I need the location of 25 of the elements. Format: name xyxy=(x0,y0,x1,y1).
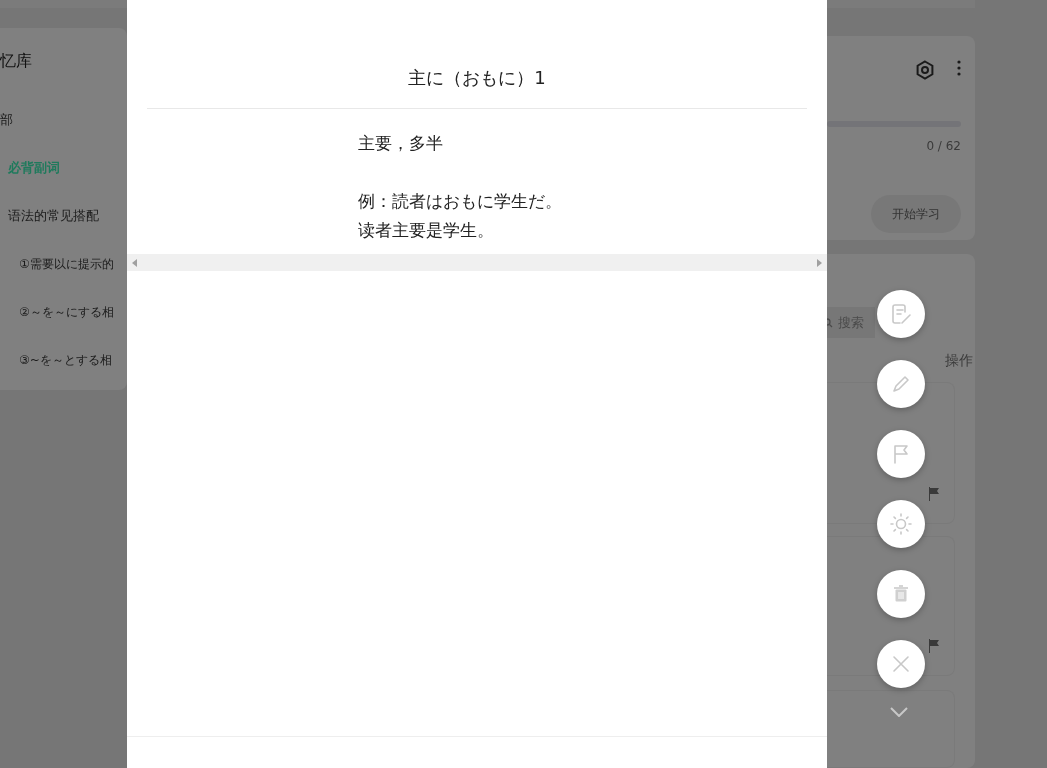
note-edit-icon xyxy=(890,303,912,325)
bulk-action-link[interactable]: 操作 xyxy=(945,352,975,370)
progress-count: 0 / 62 xyxy=(926,139,961,153)
dialog-title: 主に（おもに）1 xyxy=(147,0,807,109)
trash-icon xyxy=(892,584,910,604)
flag-icon[interactable] xyxy=(928,639,940,653)
chevron-down-icon[interactable] xyxy=(890,707,908,717)
sun-icon xyxy=(890,513,912,535)
pencil-icon xyxy=(891,374,911,394)
search-icon xyxy=(827,318,833,328)
example-text: 读者主要是学生。 xyxy=(358,219,495,242)
example-text: 例：読者はおもに学生だ。 xyxy=(358,190,563,213)
close-icon xyxy=(892,655,910,673)
sidebar-item[interactable]: ③~を～とする相 xyxy=(0,336,127,384)
flag-icon xyxy=(892,444,910,464)
start-button[interactable]: 开始学习 xyxy=(871,195,961,233)
sidebar-title: 忆库 xyxy=(0,50,33,72)
more-icon[interactable] xyxy=(957,60,961,76)
sidebar-item[interactable]: 部 xyxy=(0,96,127,144)
sidebar-item[interactable]: ①需要以に提示的 xyxy=(0,240,127,288)
meaning-text: 主要，多半 xyxy=(358,132,444,155)
sidebar-item[interactable]: 语法的常见搭配 xyxy=(0,192,127,240)
settings-icon[interactable] xyxy=(915,60,935,80)
sidebar-item[interactable]: ②～を～にする相 xyxy=(0,288,127,336)
flag-icon[interactable] xyxy=(928,487,940,501)
